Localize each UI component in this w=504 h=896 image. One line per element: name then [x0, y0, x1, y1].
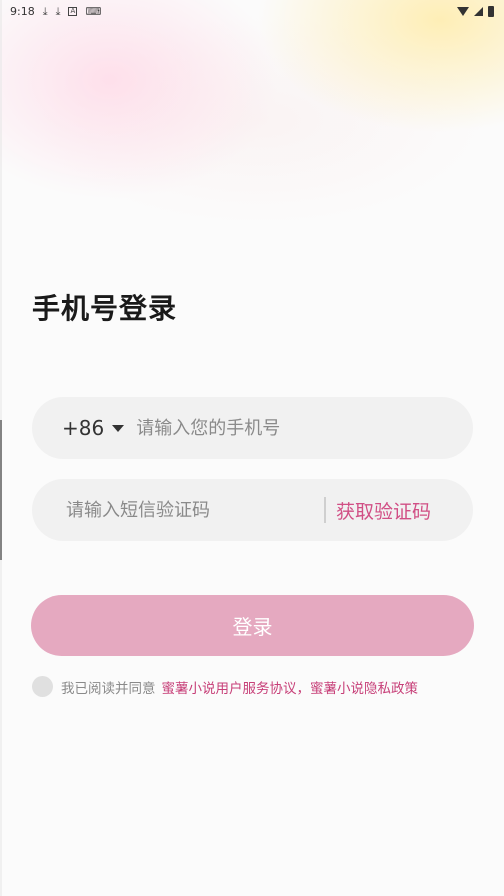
privacy-link[interactable]: 蜜薯小说隐私政策: [310, 677, 418, 697]
wifi-icon: [457, 6, 469, 16]
left-edge-strip: [0, 0, 2, 896]
signal-icon: [474, 6, 483, 16]
agreement-separator: ，: [296, 680, 311, 697]
agreement-row: 我已阅读并同意 蜜薯小说用户服务协议 ， 蜜薯小说隐私政策: [32, 676, 418, 697]
battery-icon: [488, 5, 494, 17]
status-right: [457, 5, 494, 17]
chevron-down-icon[interactable]: [112, 424, 125, 432]
status-left: 9:18 ⤓ ⤓ A ⌨: [10, 5, 101, 18]
a-box-icon: A: [68, 6, 78, 16]
login-button[interactable]: 登录: [31, 595, 474, 656]
country-code[interactable]: +86: [62, 416, 104, 440]
download-icon: ⤓: [42, 4, 48, 18]
agreement-prefix: 我已阅读并同意: [61, 680, 156, 697]
download-icon: ⤓: [55, 4, 61, 18]
field-divider: [324, 497, 326, 523]
code-field: 获取验证码: [32, 479, 473, 541]
phone-field: +86: [32, 397, 473, 459]
status-bar: 9:18 ⤓ ⤓ A ⌨: [0, 0, 504, 22]
phone-input[interactable]: [134, 416, 389, 440]
terms-link[interactable]: 蜜薯小说用户服务协议: [162, 677, 297, 697]
status-time: 9:18: [10, 4, 35, 18]
keyboard-icon: ⌨: [85, 4, 102, 18]
page-title: 手机号登录: [32, 292, 178, 325]
get-code-button[interactable]: 获取验证码: [336, 497, 431, 524]
agreement-checkbox[interactable]: [32, 676, 53, 697]
sms-code-input[interactable]: [64, 498, 308, 522]
